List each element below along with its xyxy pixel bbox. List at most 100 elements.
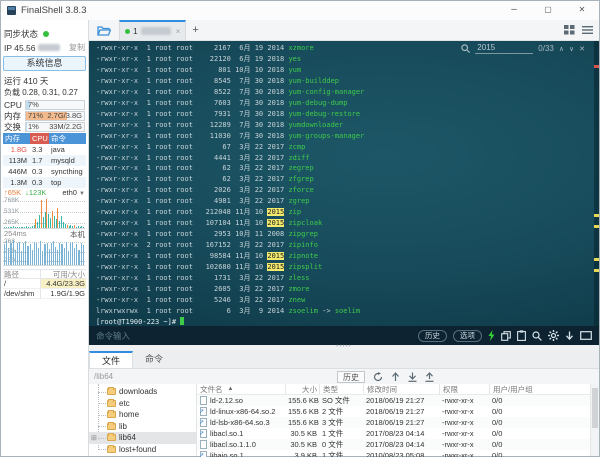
lightning-icon[interactable]	[488, 330, 495, 341]
search-icon[interactable]	[532, 330, 542, 341]
process-cmd: syncthing	[51, 167, 83, 176]
file-panel-tabs: 文件 命令	[89, 350, 599, 369]
tab-commands[interactable]: 命令	[133, 351, 175, 368]
download-icon[interactable]	[408, 372, 417, 382]
file-mtime: 2017/08/23 04:14	[366, 429, 425, 438]
file-owner: 0/0	[492, 440, 503, 449]
process-cpu: 1.7	[32, 156, 43, 165]
disk-usage-header[interactable]: 可用/大小	[41, 270, 86, 279]
session-tab[interactable]: 1 ×	[119, 20, 187, 40]
terminal-line: -rwxr-xr-x 1 root root 1731 3月 22 2017 z…	[96, 274, 310, 283]
folder-icon	[107, 433, 116, 442]
disk-path: /	[3, 279, 41, 288]
file-name: libacl.so.1	[210, 429, 244, 438]
clipboard-paste-icon[interactable]	[517, 330, 526, 341]
terminal-scrollbar[interactable]	[594, 41, 599, 326]
file-owner: 0/0	[492, 418, 503, 427]
col-cmd-header[interactable]: 命令	[49, 133, 86, 144]
copy-ip-button[interactable]: 复制	[69, 42, 85, 53]
new-tab-button[interactable]: +	[192, 24, 198, 36]
list-menu-icon[interactable]	[582, 25, 593, 35]
maximize-button[interactable]: ▢	[531, 1, 565, 20]
path-history-button[interactable]: 历史	[337, 370, 365, 383]
fullscreen-icon[interactable]	[580, 331, 592, 340]
tree-item-lost+found[interactable]: lost+found	[89, 444, 196, 456]
tab-files[interactable]: 文件	[89, 351, 134, 368]
system-info-button[interactable]: 系统信息	[3, 56, 86, 71]
process-cpu: 0.3	[32, 178, 43, 187]
file-owner: 0/0	[492, 407, 503, 416]
disk-path-header[interactable]: 路径	[3, 270, 41, 279]
sync-status: 同步状态	[4, 28, 85, 40]
command-input[interactable]: 命令输入	[96, 330, 130, 342]
file-row[interactable]: ld-lsb-x86-64.so.3 155.6 KB3 文件 2018/06/19…	[197, 417, 590, 428]
search-next-button[interactable]: ∨	[569, 45, 574, 53]
file-size: 30.5 KB	[290, 440, 317, 449]
col-cpu-header[interactable]: CPU	[30, 133, 49, 144]
interface-select[interactable]: eth0 ▼	[62, 188, 85, 197]
expander-icon[interactable]: ⊞	[91, 434, 97, 442]
file-row[interactable]: ld-2.12.so 155.6 KB SO 文件 2018/06/19 21:27 -…	[197, 395, 590, 406]
file-row[interactable]: libacl.so.1.1.0 30.5 KB 0 文件 2017/08/23 04:…	[197, 439, 590, 450]
search-prev-button[interactable]: ∧	[559, 45, 564, 53]
process-row[interactable]: 1.8G 3.3 java	[3, 144, 86, 155]
process-mem: 1.3M	[10, 178, 27, 187]
col-filename-header[interactable]: 文件名 ▲	[197, 384, 285, 394]
meter-percent: 71%	[28, 110, 44, 120]
tree-item-label: lost+found	[119, 444, 157, 454]
col-perm-header[interactable]: 权限	[439, 384, 489, 394]
close-button[interactable]: ✕	[565, 1, 599, 20]
search-icon	[461, 44, 471, 53]
tree-item-downloads[interactable]: downloads	[89, 386, 196, 398]
meter-fill	[26, 122, 28, 131]
settings-gear-icon[interactable]	[548, 330, 559, 341]
tab-index: 1	[133, 26, 138, 36]
up-level-icon[interactable]	[391, 371, 400, 382]
process-row[interactable]: 113M 1.7 mysqld	[3, 155, 86, 166]
upload-icon[interactable]	[425, 371, 434, 382]
history-button[interactable]: 历史	[418, 329, 447, 342]
col-type-header[interactable]: 类型	[319, 384, 363, 394]
tree-item-lib[interactable]: lib	[89, 421, 196, 433]
file-name-cell: ld-2.12.so	[197, 395, 285, 406]
chevron-down-icon: ▼	[79, 191, 85, 197]
connection-manager-button[interactable]	[92, 21, 116, 39]
disk-usage: 4.4G/23.3G	[41, 279, 86, 288]
scrollbar-thumb[interactable]	[592, 388, 598, 428]
col-mem-header[interactable]: 内存	[3, 133, 30, 144]
options-button[interactable]: 选项	[453, 329, 482, 342]
tree-item-label: etc	[119, 398, 130, 408]
tab-close-icon[interactable]: ×	[176, 27, 181, 36]
file-size: 155.6 KB	[288, 418, 319, 427]
arrow-down-icon[interactable]	[565, 331, 574, 341]
file-table-scrollbar[interactable]	[590, 384, 599, 456]
refresh-icon[interactable]	[373, 371, 383, 382]
file-row[interactable]: libacl.so.1 30.5 KB 1 文件 2017/08/23 04:14 -r…	[197, 428, 590, 439]
symlink-file-icon	[199, 407, 207, 417]
col-owner-header[interactable]: 用户/用户组	[489, 384, 535, 394]
search-close-button[interactable]: ✕	[579, 45, 585, 53]
file-row[interactable]: libaio.so.1 3.9 KB 1 文件 2010/08/23 05:08 -rw…	[197, 450, 590, 457]
col-size-header[interactable]: 大小	[285, 384, 319, 394]
disk-row[interactable]: /4.4G/23.3G	[3, 279, 86, 289]
tree-item-etc[interactable]: etc	[89, 398, 196, 410]
search-input[interactable]: 2015	[475, 43, 534, 54]
process-row[interactable]: 446M 0.3 syncthing	[3, 166, 86, 177]
command-input-bar: 命令输入 历史 选项	[89, 326, 599, 345]
tree-item-lib64[interactable]: ⊞ lib64	[89, 432, 196, 444]
file-perm: -rwxr-xr-x	[442, 451, 474, 457]
disk-row[interactable]: /dev/shm 1.9G/1.9G	[3, 289, 86, 299]
main-pane: 1 × + -rwxr-xr-x 1 root root 2167 6月 19 …	[89, 20, 599, 457]
process-row[interactable]: 1.3M 0.3 top	[3, 177, 86, 188]
grid-view-icon[interactable]	[564, 25, 575, 35]
minimize-button[interactable]: –	[497, 1, 531, 20]
duplicate-icon[interactable]	[501, 330, 511, 341]
terminal[interactable]: -rwxr-xr-x 1 root root 2167 6月 19 2014 x…	[89, 41, 599, 326]
tree-item-label: downloads	[119, 387, 158, 397]
tree-item-home[interactable]: home	[89, 409, 196, 421]
col-mtime-header[interactable]: 修改时间	[363, 384, 439, 394]
file-row[interactable]: ld-linux-x86-64.so.2 155.6 KB2 文件 2018/06/…	[197, 406, 590, 417]
current-path[interactable]: /lib64	[94, 372, 113, 381]
process-mem: 113M	[8, 156, 27, 165]
file-mtime: 2010/08/23 05:08	[366, 451, 425, 457]
